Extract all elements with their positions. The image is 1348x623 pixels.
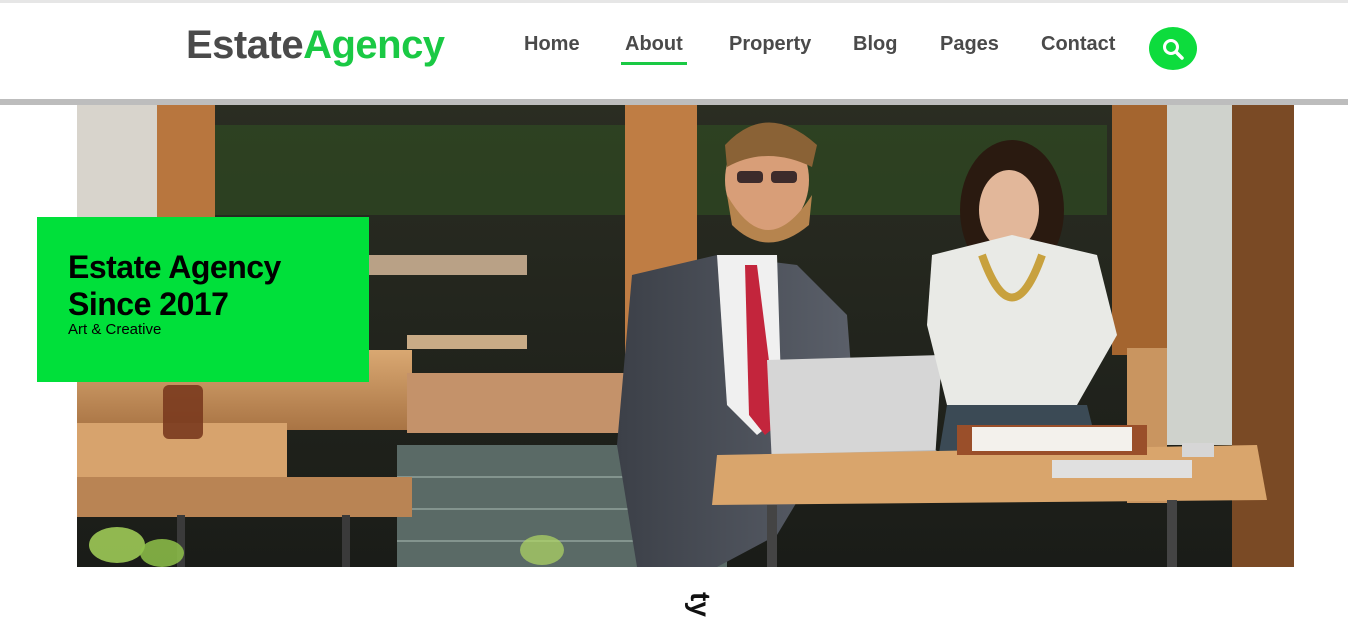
search-button[interactable] (1149, 27, 1197, 70)
nav-pages[interactable]: Pages (940, 32, 999, 56)
nav-property[interactable]: Property (729, 32, 811, 56)
hero-title: Estate Agency Since 2017 (68, 249, 281, 322)
nav-about[interactable]: About (621, 32, 687, 65)
hero-subtitle: Art & Creative (68, 321, 162, 338)
partial-rotated-text: ty (685, 592, 716, 617)
site-header: EstateAgency Home About Property Blog Pa… (0, 3, 1348, 99)
logo-part-estate: Estate (186, 23, 304, 67)
hero-caption-box: Estate Agency Since 2017 Art & Creative (37, 217, 369, 382)
nav-blog[interactable]: Blog (853, 32, 897, 56)
nav-home[interactable]: Home (524, 32, 580, 56)
nav-contact[interactable]: Contact (1041, 32, 1115, 56)
search-icon (1163, 39, 1184, 60)
site-logo[interactable]: EstateAgency (186, 22, 445, 68)
logo-part-agency: Agency (303, 23, 445, 67)
